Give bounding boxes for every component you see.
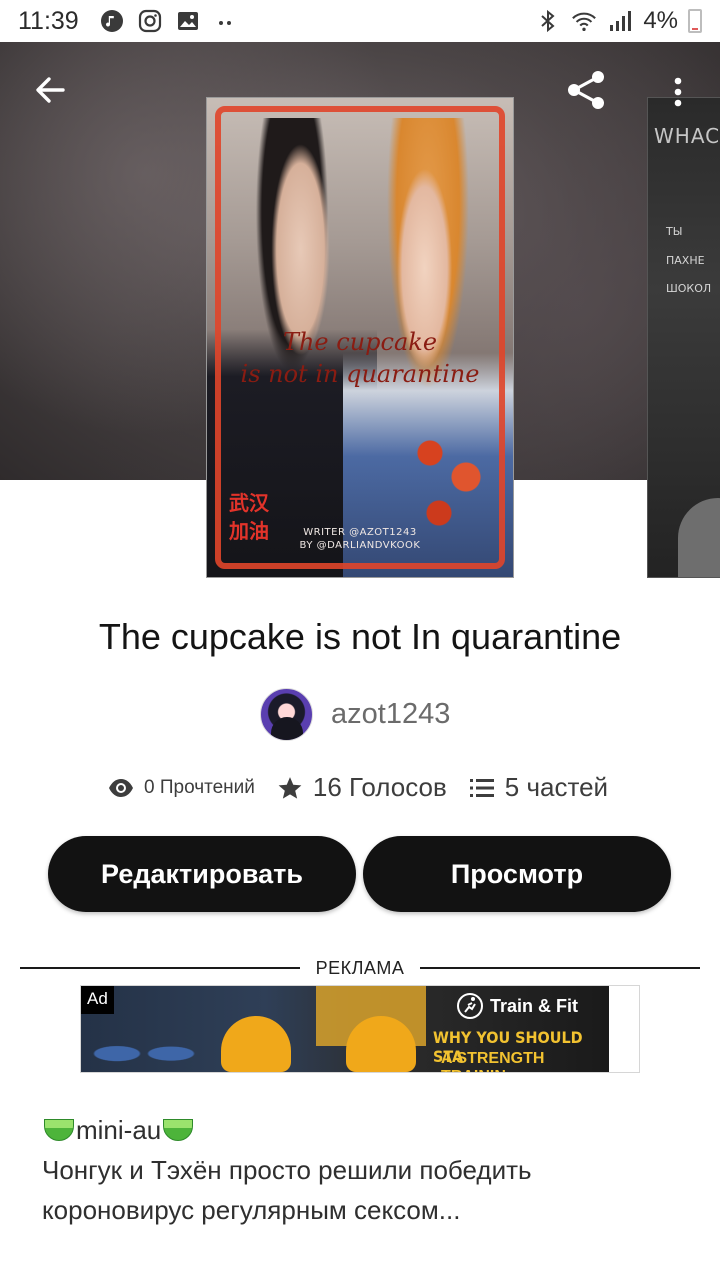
green-tea-icon <box>163 1119 194 1142</box>
back-button[interactable] <box>28 68 72 112</box>
cover-credit-line1: WRITER @AZOT1243 <box>303 527 417 538</box>
next-cover-line: ТЫ <box>666 225 683 238</box>
more-notifications-icon <box>213 8 239 34</box>
next-cover-lines: ТЫ ПАХНЕ ШОКОЛ <box>666 218 711 304</box>
music-icon <box>99 8 125 34</box>
gallery-icon <box>175 8 201 34</box>
ad-banner[interactable]: Train & Fit WHY YOU SHOULD STA A STRENGT… <box>80 985 640 1073</box>
ad-image[interactable]: Train & Fit WHY YOU SHOULD STA A STRENGT… <box>81 986 609 1072</box>
next-story-cover[interactable]: WHAC ТЫ ПАХНЕ ШОКОЛ <box>647 97 720 578</box>
ad-shoes <box>81 1026 201 1072</box>
green-tea-icon <box>44 1119 74 1142</box>
story-cover[interactable]: The cupcake is not in quarantine 武汉 加油 W… <box>206 97 514 578</box>
status-left: 11:39 <box>18 7 239 36</box>
battery-percent: 4% <box>643 7 678 34</box>
description-tag: mini-au <box>76 1115 162 1145</box>
divider-line <box>420 967 701 969</box>
cover-title-line1: The cupcake <box>282 328 438 356</box>
eye-icon <box>109 778 133 797</box>
wifi-icon <box>571 8 597 34</box>
instagram-icon <box>137 8 163 34</box>
author-name[interactable]: azot1243 <box>331 698 450 731</box>
preview-button[interactable]: Просмотр <box>363 836 671 912</box>
cover-title-line2: is not in quarantine <box>240 360 480 389</box>
story-description: mini-au Чонгук и Тэхён просто решили поб… <box>42 1110 682 1230</box>
ad-brand-text: Train & Fit <box>490 995 579 1016</box>
edit-button[interactable]: Редактировать <box>48 836 356 912</box>
divider-line <box>20 967 300 969</box>
ad-divider: РЕКЛАМА <box>20 957 701 978</box>
description-line-3: короновирус регулярным сексом... <box>42 1195 461 1225</box>
avatar[interactable] <box>260 688 313 741</box>
description-line-1: mini-au <box>42 1110 682 1150</box>
cover-credit-line2: BY @DARLIANDVKOOK <box>299 540 421 551</box>
share-icon <box>568 71 604 109</box>
ad-headline-2: A STRENGTH TRAININ <box>441 1050 545 1072</box>
stat-reads: 0 Прочтений <box>108 777 255 799</box>
ad-kettlebell <box>221 1016 291 1072</box>
ad-brand: Train & Fit <box>456 992 578 1020</box>
ad-badge: Ad <box>81 986 114 1014</box>
stats-row: 0 Прочтений 16 Голосов 5 частей <box>108 772 608 803</box>
status-bar: 11:39 4% <box>0 0 720 42</box>
stat-votes: 16 Голосов <box>277 772 447 803</box>
signal-icon <box>607 8 633 34</box>
star-icon <box>278 776 302 799</box>
runner-icon <box>457 993 483 1019</box>
status-right: 4% <box>535 7 702 35</box>
share-button[interactable] <box>562 66 610 114</box>
next-cover-person <box>678 498 720 577</box>
stat-parts: 5 частей <box>469 772 608 803</box>
cover-hanzi-line1: 武汉 <box>229 493 269 515</box>
votes-count: 16 Голосов <box>312 772 447 802</box>
next-cover-line: ШОКОЛ <box>666 282 712 296</box>
more-options-button[interactable] <box>660 70 696 114</box>
cover-credit: WRITER @AZOT1243 BY @DARLIANDVKOOK <box>207 526 513 552</box>
next-cover-title: WHAC <box>654 124 720 148</box>
more-vertical-icon <box>674 77 682 107</box>
reads-count: 0 Прочтений <box>144 776 255 798</box>
cover-title: The cupcake is not in quarantine <box>207 326 513 391</box>
battery-icon <box>688 9 702 33</box>
list-icon <box>469 778 494 797</box>
arrow-left-icon <box>36 77 65 103</box>
status-time: 11:39 <box>18 6 79 35</box>
author-row[interactable]: azot1243 <box>260 688 450 741</box>
description-line-2: Чонгук и Тэхён просто решили победить <box>42 1155 532 1185</box>
story-title: The cupcake is not In quarantine <box>98 616 622 657</box>
ad-section-label: РЕКЛАМА <box>315 957 405 978</box>
parts-count: 5 частей <box>504 772 609 802</box>
bluetooth-icon <box>535 8 561 34</box>
next-cover-line: ПАХНЕ <box>666 253 705 267</box>
